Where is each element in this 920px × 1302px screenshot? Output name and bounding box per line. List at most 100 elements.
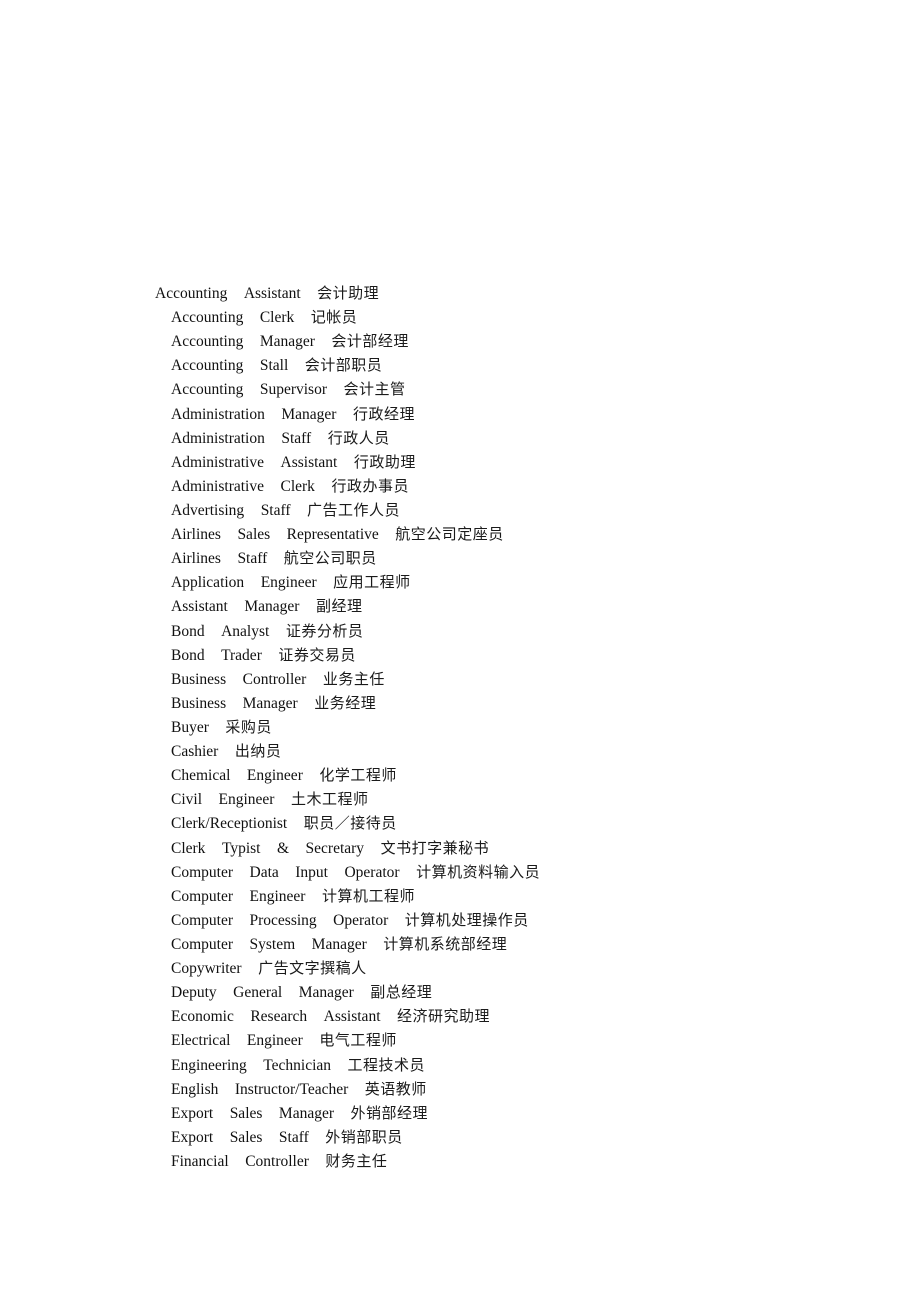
- english-title: Accounting Manager: [171, 333, 331, 350]
- english-title: Clerk/Receptionist: [171, 815, 304, 832]
- chinese-translation: 计算机处理操作员: [404, 910, 529, 929]
- glossary-entry: Administrative Clerk 行政办事员: [155, 475, 540, 499]
- glossary-entry: English Instructor/Teacher 英语教师: [155, 1078, 540, 1102]
- chinese-translation: 电气工程师: [319, 1031, 397, 1050]
- glossary-entry: Chemical Engineer 化学工程师: [155, 764, 540, 788]
- english-title: Accounting Clerk: [171, 309, 311, 326]
- glossary-entry: Accounting Supervisor 会计主管: [155, 378, 540, 402]
- english-title-word: Bond: [171, 622, 205, 640]
- chinese-translation: 化学工程师: [319, 766, 397, 785]
- english-title: Computer Engineer: [171, 888, 322, 905]
- chinese-translation: 记帐员: [310, 308, 358, 327]
- english-title-word: Manager: [311, 935, 367, 953]
- english-title: Administration Staff: [171, 430, 328, 447]
- english-title: Copywriter: [171, 960, 258, 977]
- english-title-word: Secretary: [305, 839, 365, 857]
- english-title-word: Copywriter: [171, 960, 242, 978]
- glossary-entry: Application Engineer 应用工程师: [155, 571, 540, 595]
- english-title-word: General: [233, 984, 283, 1002]
- english-title-word: Input: [295, 863, 328, 881]
- english-title-word: Computer: [171, 863, 233, 881]
- chinese-translation: 行政人员: [327, 428, 390, 447]
- english-title-word: Administrative: [171, 453, 264, 471]
- english-title-word: Staff: [237, 550, 268, 568]
- english-title-word: Accounting: [171, 309, 244, 327]
- english-title-word: Instructor/Teacher: [234, 1080, 349, 1098]
- chinese-translation: 副总经理: [370, 983, 433, 1002]
- english-title-word: &: [276, 839, 290, 857]
- chinese-translation: 会计助理: [317, 284, 380, 302]
- english-title-word: Civil: [171, 791, 203, 809]
- english-title-word: Trader: [221, 646, 262, 664]
- chinese-translation: 行政办事员: [331, 476, 409, 495]
- glossary-entry: Advertising Staff 广告工作人员: [155, 499, 540, 523]
- english-title-word: Accounting: [171, 333, 244, 351]
- chinese-translation: 会计部职员: [304, 356, 383, 375]
- english-title: Business Manager: [171, 695, 314, 712]
- chinese-translation: 外销部经理: [350, 1103, 429, 1122]
- english-title-word: Economic: [171, 1008, 234, 1026]
- english-title: Deputy General Manager: [171, 984, 370, 1001]
- english-title-word: Staff: [260, 501, 291, 519]
- document-page: Accounting Assistant 会计助理 Accounting Clerk 记帐…: [0, 0, 920, 1302]
- english-title-word: Research: [250, 1008, 308, 1026]
- english-title-word: Controller: [245, 1152, 309, 1170]
- glossary-entry: Buyer 采购员: [155, 716, 540, 740]
- english-title-word: Airlines: [171, 550, 221, 568]
- english-title-word: Export: [171, 1104, 214, 1122]
- chinese-translation: 采购员: [225, 717, 272, 736]
- english-title: Export Sales Staff: [171, 1129, 325, 1146]
- english-title-word: Manager: [242, 694, 298, 712]
- english-title: Assistant Manager: [171, 598, 316, 615]
- english-title-word: Business: [171, 694, 227, 712]
- english-title-word: System: [249, 935, 296, 953]
- english-title: Computer System Manager: [171, 936, 383, 953]
- glossary-entry: Cashier 出纳员: [155, 740, 540, 764]
- english-title-word: Typist: [221, 839, 261, 857]
- english-title-word: Assistant: [323, 1008, 381, 1026]
- english-title-word: Controller: [242, 670, 307, 688]
- glossary-entry: Bond Analyst 证券分析员: [155, 620, 540, 644]
- english-title-word: Accounting: [171, 381, 244, 399]
- english-title-word: Analyst: [221, 622, 270, 640]
- english-title-word: Manager: [281, 405, 337, 423]
- glossary-entry: Economic Research Assistant 经济研究助理: [155, 1005, 540, 1029]
- english-title-word: Accounting: [155, 285, 228, 302]
- glossary-entry: Administrative Assistant 行政助理: [155, 451, 540, 475]
- chinese-translation: 会计部经理: [331, 332, 409, 351]
- chinese-translation: 财务主任: [325, 1151, 388, 1170]
- english-title-word: Application: [171, 574, 245, 592]
- english-title-word: Staff: [278, 1128, 309, 1146]
- english-title-word: Stall: [259, 357, 289, 375]
- english-title-word: Manager: [278, 1104, 334, 1122]
- chinese-translation: 英语教师: [364, 1079, 427, 1098]
- english-title-word: Sales: [229, 1104, 263, 1122]
- english-title: Bond Analyst: [171, 623, 286, 640]
- english-title: Administrative Clerk: [171, 478, 331, 495]
- english-title-word: Clerk: [259, 309, 295, 327]
- glossary-entry: Accounting Manager 会计部经理: [155, 330, 540, 354]
- chinese-translation: 业务经理: [314, 693, 377, 712]
- chinese-translation: 文书打字兼秘书: [380, 838, 490, 857]
- english-title-word: Engineer: [246, 767, 303, 785]
- chinese-translation: 计算机工程师: [321, 886, 415, 905]
- english-title-word: Computer: [171, 911, 233, 929]
- english-title-word: Chemical: [171, 767, 231, 785]
- english-title: Business Controller: [171, 671, 323, 688]
- english-title: Bond Trader: [171, 647, 278, 664]
- glossary-entry: Assistant Manager 副经理: [155, 595, 540, 619]
- english-title-word: Electrical: [171, 1032, 231, 1050]
- chinese-translation: 工程技术员: [347, 1055, 426, 1074]
- english-title-word: Supervisor: [259, 381, 327, 399]
- chinese-translation: 业务主任: [322, 669, 385, 688]
- english-title-word: Computer: [171, 887, 233, 905]
- glossary-entry: Business Manager 业务经理: [155, 692, 540, 716]
- english-title-word: Administration: [171, 405, 265, 423]
- chinese-translation: 证券分析员: [285, 621, 364, 640]
- glossary-entry: Accounting Stall 会计部职员: [155, 354, 540, 378]
- glossary-entry: Administration Manager 行政经理: [155, 403, 540, 427]
- english-title-word: Assistant: [280, 453, 338, 471]
- glossary-entry: Computer System Manager 计算机系统部经理: [155, 933, 540, 957]
- english-title-word: Administration: [171, 429, 265, 447]
- english-title-word: Deputy: [171, 984, 217, 1002]
